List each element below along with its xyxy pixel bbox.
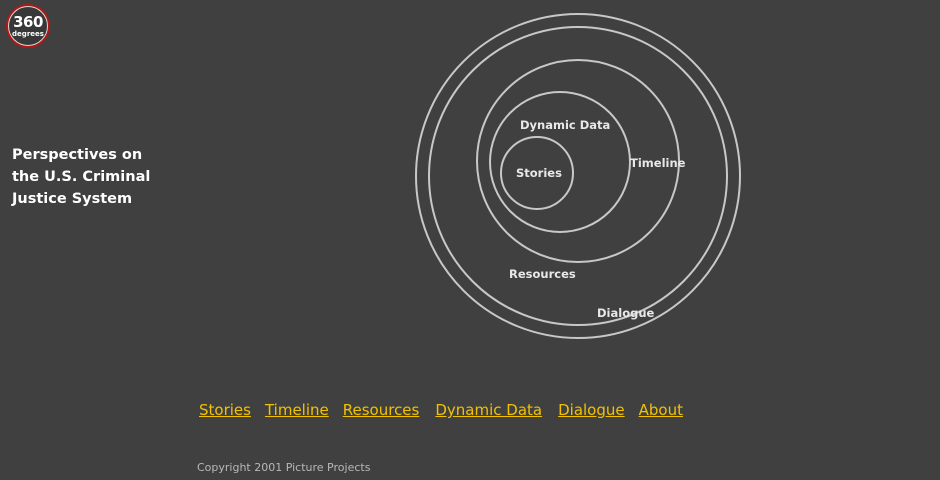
nav-link-dialogue[interactable]: Dialogue bbox=[558, 401, 625, 419]
nav-link-dynamic-data[interactable]: Dynamic Data bbox=[435, 401, 542, 419]
nav-link-resources[interactable]: Resources bbox=[343, 401, 420, 419]
nav-link-stories[interactable]: Stories bbox=[199, 401, 251, 419]
ring-label-stories[interactable]: Stories bbox=[516, 166, 562, 180]
copyright-text: Copyright 2001 Picture Projects bbox=[197, 461, 371, 474]
ring-dialogue[interactable] bbox=[415, 13, 741, 339]
ring-label-timeline[interactable]: Timeline bbox=[630, 156, 686, 170]
ring-resources[interactable] bbox=[428, 26, 728, 326]
ring-label-dialogue[interactable]: Dialogue bbox=[597, 306, 655, 320]
ring-dynamic-data[interactable] bbox=[489, 91, 631, 233]
ring-label-resources[interactable]: Resources bbox=[509, 267, 576, 281]
nav-link-about[interactable]: About bbox=[639, 401, 683, 419]
nav-link-timeline[interactable]: Timeline bbox=[265, 401, 329, 419]
ring-label-dynamic-data[interactable]: Dynamic Data bbox=[520, 118, 610, 132]
bottom-navigation: Stories Timeline Resources Dynamic Data … bbox=[199, 401, 697, 419]
